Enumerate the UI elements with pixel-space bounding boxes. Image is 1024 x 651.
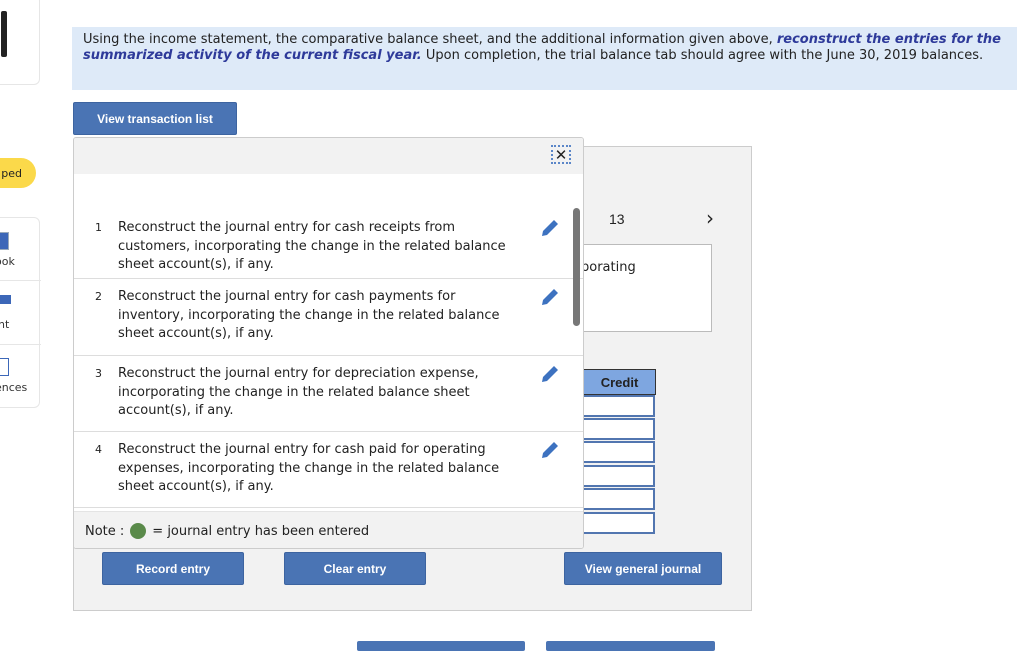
note-bar: Note : = journal entry has been entered <box>74 511 583 548</box>
instructions-text-after: Upon completion, the trial balance tab s… <box>421 48 984 63</box>
transaction-text: Reconstruct the journal entry for cash p… <box>118 289 500 341</box>
credit-input[interactable] <box>583 441 655 463</box>
transaction-row[interactable]: 3 Reconstruct the journal entry for depr… <box>74 356 583 432</box>
credit-input[interactable] <box>583 395 655 417</box>
transaction-list-popup: ✕ 1 Reconstruct the journal entry for ca… <box>73 137 584 549</box>
entered-status-dot-icon <box>130 523 147 539</box>
sidebar-item-print[interactable]: int <box>0 281 41 345</box>
transaction-row[interactable]: 1 Reconstruct the journal entry for cash… <box>74 210 583 279</box>
transaction-text: Reconstruct the journal entry for cash p… <box>118 442 500 494</box>
view-transaction-list-button[interactable]: View transaction list <box>73 102 237 135</box>
instructions-banner: Using the income statement, the comparat… <box>72 27 1017 90</box>
sidebar-item-label: ook <box>0 255 15 268</box>
edit-pencil-icon[interactable] <box>540 440 560 460</box>
chevron-right-icon[interactable]: › <box>706 206 714 230</box>
instructions-text: Using the income statement, the comparat… <box>83 32 777 47</box>
credit-header: Credit <box>583 369 656 395</box>
transaction-number: 3 <box>95 367 102 380</box>
close-icon[interactable]: ✕ <box>551 145 571 164</box>
credit-input[interactable] <box>583 465 655 487</box>
references-icon <box>0 358 9 376</box>
bottom-button-partial[interactable] <box>546 641 715 651</box>
scrollbar[interactable] <box>573 208 580 326</box>
sidebar-item-references[interactable]: ences <box>0 345 41 409</box>
transaction-number: 4 <box>95 443 102 456</box>
sidebar-item-label: int <box>0 318 10 331</box>
credit-input[interactable] <box>583 418 655 440</box>
edit-pencil-icon[interactable] <box>540 287 560 307</box>
page-number: 13 <box>609 211 625 227</box>
transaction-number: 1 <box>95 221 102 234</box>
edit-pencil-icon[interactable] <box>540 218 560 238</box>
transaction-text: Reconstruct the journal entry for deprec… <box>118 366 479 418</box>
progress-bar-icon <box>1 11 7 57</box>
sidebar-item-label: ences <box>0 381 28 394</box>
note-label: Note : <box>85 523 125 539</box>
transaction-row[interactable]: 2 Reconstruct the journal entry for cash… <box>74 279 583 356</box>
popup-header <box>74 138 583 174</box>
view-general-journal-button[interactable]: View general journal <box>564 552 722 585</box>
clear-entry-button[interactable]: Clear entry <box>284 552 426 585</box>
credit-input[interactable] <box>583 512 655 534</box>
status-badge: ped <box>0 158 36 188</box>
credit-input[interactable] <box>583 488 655 510</box>
note-text: = journal entry has been entered <box>152 523 370 539</box>
transaction-text: Reconstruct the journal entry for cash r… <box>118 220 506 272</box>
edit-pencil-icon[interactable] <box>540 364 560 384</box>
transaction-row[interactable]: 4 Reconstruct the journal entry for cash… <box>74 432 583 508</box>
print-icon <box>0 295 11 304</box>
bottom-button-partial[interactable] <box>357 641 525 651</box>
sidebar-item-ebook[interactable]: ook <box>0 218 41 281</box>
transaction-number: 2 <box>95 290 102 303</box>
sidebar-tools: ook int ences <box>0 217 41 409</box>
record-entry-button[interactable]: Record entry <box>102 552 244 585</box>
book-icon <box>0 232 9 250</box>
sidebar-top-card <box>0 0 40 85</box>
